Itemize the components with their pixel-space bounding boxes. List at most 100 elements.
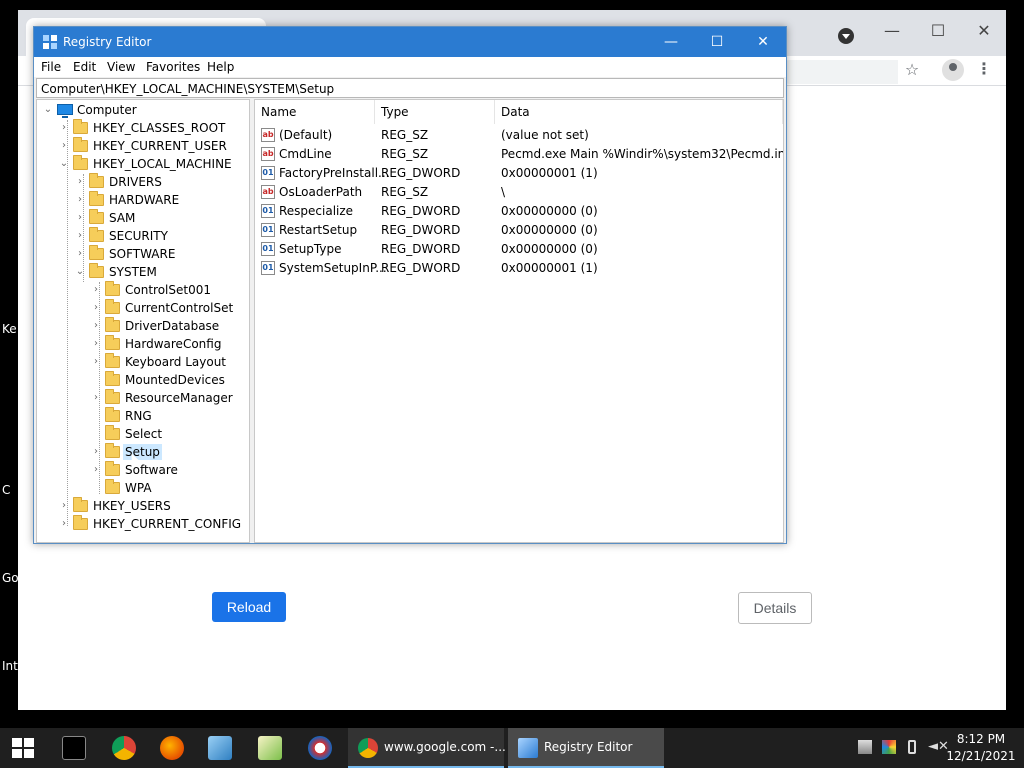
windows-logo-icon: [12, 738, 22, 747]
values-list-pane[interactable]: Name Type Data ab (Default) REG_SZ (valu…: [254, 99, 784, 543]
taskbar-chrome-window[interactable]: www.google.com -...: [348, 728, 506, 768]
binary-value-icon: 01: [261, 223, 275, 237]
folder-icon: [89, 227, 104, 242]
windows-logo-icon: [24, 738, 34, 747]
desktop-icon-label[interactable]: C: [2, 483, 10, 497]
window-title: Registry Editor: [63, 35, 152, 49]
value-row[interactable]: ab OsLoaderPath REG_SZ \: [255, 183, 783, 202]
collapse-icon[interactable]: ⌄: [75, 266, 85, 278]
expand-icon[interactable]: ›: [59, 518, 69, 530]
details-button[interactable]: Details: [738, 592, 812, 624]
folder-icon: [73, 155, 88, 170]
clock[interactable]: 8:12 PM 12/21/2021: [946, 731, 1016, 765]
expand-icon[interactable]: ›: [75, 212, 85, 224]
volume-muted-icon[interactable]: ◄✕: [928, 740, 949, 754]
folder-icon: [73, 137, 88, 152]
expand-icon[interactable]: ›: [91, 284, 101, 296]
menu-file[interactable]: File: [41, 60, 61, 74]
value-row[interactable]: 01 FactoryPreInstall... REG_DWORD 0x0000…: [255, 164, 783, 183]
folder-icon: [105, 479, 120, 494]
windows-logo-icon: [12, 749, 22, 758]
expand-icon[interactable]: ›: [91, 446, 101, 458]
chrome-icon[interactable]: [112, 736, 136, 760]
expand-icon[interactable]: ›: [91, 356, 101, 368]
string-value-icon: ab: [261, 185, 275, 199]
folder-icon: [73, 497, 88, 512]
key-tree-pane[interactable]: ⌄ Computer › HKEY_CLASSES_ROOT › HKEY_CU…: [36, 99, 250, 543]
string-value-icon: ab: [261, 147, 275, 161]
expand-icon[interactable]: ›: [59, 140, 69, 152]
menu-favorites[interactable]: Favorites: [146, 60, 200, 74]
clock-date: 12/21/2021: [946, 749, 1016, 763]
folder-icon: [73, 119, 88, 134]
expand-icon[interactable]: ›: [59, 500, 69, 512]
chrome-maximize-button[interactable]: ☐: [916, 16, 960, 46]
value-row[interactable]: ab CmdLine REG_SZ Pecmd.exe Main %Windir…: [255, 145, 783, 164]
expand-icon[interactable]: ›: [91, 464, 101, 476]
expand-icon[interactable]: ›: [59, 122, 69, 134]
value-row[interactable]: ab (Default) REG_SZ (value not set): [255, 126, 783, 145]
expand-icon[interactable]: ›: [91, 302, 101, 314]
tab-search-icon[interactable]: [838, 28, 854, 44]
regedit-icon: [518, 738, 538, 758]
chrome-close-button[interactable]: ✕: [962, 16, 1006, 46]
menu-view[interactable]: View: [107, 60, 135, 74]
display-tray-icon[interactable]: [882, 740, 896, 754]
expand-icon[interactable]: ›: [75, 176, 85, 188]
firefox-icon[interactable]: [160, 736, 184, 760]
regedit-titlebar[interactable]: Registry Editor — ☐ ✕: [34, 27, 786, 57]
address-bar[interactable]: [778, 60, 898, 84]
menu-bar: File Edit View Favorites Help: [34, 57, 786, 77]
collapse-icon[interactable]: ⌄: [43, 104, 53, 116]
computer-icon: [57, 104, 73, 118]
minimize-button[interactable]: —: [648, 27, 694, 57]
binary-value-icon: 01: [261, 261, 275, 275]
paint-icon[interactable]: [308, 736, 332, 760]
taskbar-regedit-window[interactable]: Registry Editor: [508, 728, 664, 768]
close-button[interactable]: ✕: [740, 27, 786, 57]
start-button[interactable]: [12, 738, 34, 758]
value-row[interactable]: 01 SetupType REG_DWORD 0x00000000 (0): [255, 240, 783, 259]
bookmark-star-icon[interactable]: ☆: [902, 60, 922, 80]
expand-icon[interactable]: ›: [75, 194, 85, 206]
maximize-button[interactable]: ☐: [694, 27, 740, 57]
desktop-icon-label[interactable]: Ke: [2, 322, 17, 336]
task-manager-icon[interactable]: [258, 736, 282, 760]
expand-icon[interactable]: ›: [91, 320, 101, 332]
expand-icon[interactable]: ›: [91, 338, 101, 350]
desktop-icon-label[interactable]: Go: [2, 571, 19, 585]
collapse-icon[interactable]: ⌄: [59, 158, 69, 170]
tree-guide-line: [67, 120, 68, 526]
folder-icon: [89, 191, 104, 206]
usb-tray-icon[interactable]: [908, 740, 916, 754]
chrome-minimize-button[interactable]: —: [870, 16, 914, 46]
column-header-type[interactable]: Type: [375, 100, 495, 124]
folder-icon: [105, 335, 120, 350]
expand-icon[interactable]: ›: [75, 248, 85, 260]
chrome-icon: [358, 738, 378, 758]
address-field[interactable]: Computer\HKEY_LOCAL_MACHINE\SYSTEM\Setup: [36, 78, 784, 98]
expand-icon[interactable]: ›: [75, 230, 85, 242]
notepad-icon[interactable]: [208, 736, 232, 760]
expand-icon[interactable]: ›: [91, 392, 101, 404]
value-row[interactable]: 01 RestartSetup REG_DWORD 0x00000000 (0): [255, 221, 783, 240]
folder-icon: [89, 245, 104, 260]
regedit-app-icon: [43, 35, 57, 49]
column-header-name[interactable]: Name: [255, 100, 375, 124]
menu-help[interactable]: Help: [207, 60, 234, 74]
binary-value-icon: 01: [261, 242, 275, 256]
folder-icon: [105, 353, 120, 368]
network-tray-icon[interactable]: [858, 740, 872, 754]
binary-value-icon: 01: [261, 204, 275, 218]
chrome-menu-icon[interactable]: ⋮: [976, 60, 992, 80]
column-header-data[interactable]: Data: [495, 100, 783, 124]
value-row[interactable]: 01 Respecialize REG_DWORD 0x00000000 (0): [255, 202, 783, 221]
cmd-icon[interactable]: [62, 736, 86, 760]
value-row[interactable]: 01 SystemSetupInP... REG_DWORD 0x0000000…: [255, 259, 783, 278]
folder-icon: [105, 371, 120, 386]
menu-edit[interactable]: Edit: [73, 60, 96, 74]
profile-avatar-icon[interactable]: [942, 59, 964, 81]
folder-icon: [105, 317, 120, 332]
reload-button[interactable]: Reload: [212, 592, 286, 622]
desktop-icon-label[interactable]: Int: [2, 659, 18, 673]
